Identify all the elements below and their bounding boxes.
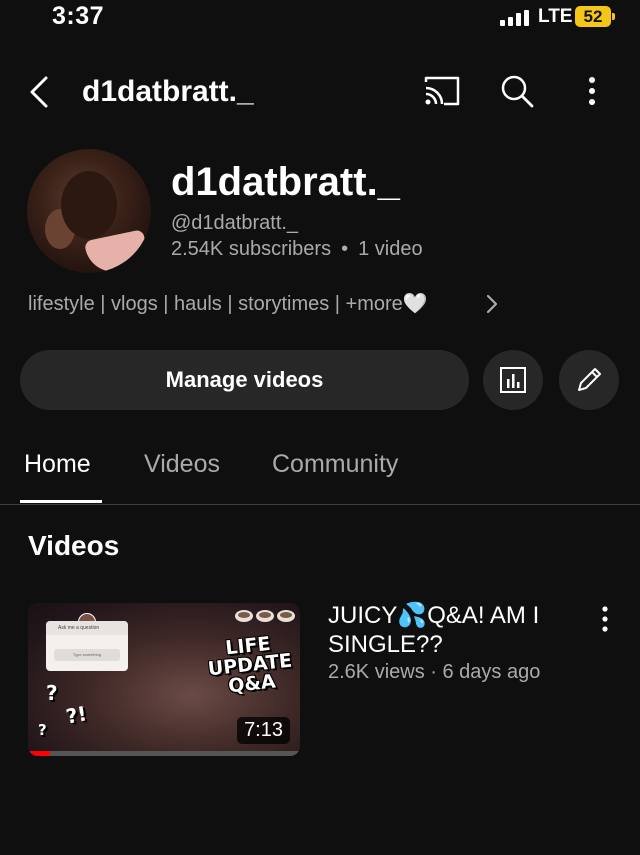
channel-handle: @d1datbratt._ — [171, 212, 299, 234]
tab-divider — [0, 504, 640, 505]
thumbnail-question-box: Ask me a question Type something — [46, 613, 128, 671]
watch-progress-fill — [28, 751, 50, 756]
active-tab-indicator — [20, 500, 102, 503]
stats-separator: • — [341, 238, 349, 260]
thumbnail-overlay-text: LIFE UPDATE Q&A — [206, 632, 294, 698]
question-mark-icon: ? — [38, 721, 47, 739]
channel-stats: 2.54K subscribers • 1 video — [171, 238, 423, 261]
more-vertical-icon[interactable] — [578, 74, 606, 108]
watch-progress-bar — [28, 751, 300, 756]
video-meta: 2.6K views · 6 days ago — [328, 661, 541, 683]
tab-home[interactable]: Home — [24, 450, 91, 479]
network-type: LTE — [538, 6, 573, 27]
cast-icon[interactable] — [422, 74, 462, 108]
analytics-icon — [500, 367, 526, 393]
app-bar-title: d1datbratt._ — [82, 75, 254, 108]
channel-avatar[interactable] — [27, 149, 151, 273]
channel-description[interactable]: lifestyle | vlogs | hauls | storytimes |… — [28, 291, 428, 316]
channel-name: d1datbratt._ — [171, 160, 400, 204]
status-time: 3:37 — [52, 2, 105, 30]
video-title[interactable]: JUICY💦Q&A! AM I SINGLE?? — [328, 601, 583, 659]
edit-channel-button[interactable] — [559, 350, 619, 410]
battery-tip — [612, 13, 615, 20]
video-duration: 7:13 — [237, 717, 290, 744]
manage-videos-button[interactable]: Manage videos — [20, 350, 469, 410]
chevron-right-icon[interactable] — [482, 290, 502, 318]
video-thumbnail[interactable]: Ask me a question Type something LIFE UP… — [28, 603, 300, 756]
tab-videos[interactable]: Videos — [144, 450, 220, 479]
edit-pencil-icon — [578, 368, 601, 391]
battery-icon: 52 — [575, 6, 611, 27]
more-vertical-icon[interactable] — [594, 603, 616, 635]
search-icon[interactable] — [498, 72, 536, 110]
analytics-button[interactable] — [483, 350, 543, 410]
coffee-cups-icon — [235, 610, 295, 622]
subscriber-count: 2.54K subscribers — [171, 238, 332, 260]
question-exclaim-icon: ?! — [64, 701, 89, 729]
section-title: Videos — [28, 530, 120, 561]
question-mark-icon: ? — [46, 681, 58, 705]
tab-community[interactable]: Community — [272, 450, 398, 479]
signal-icon — [500, 10, 529, 26]
video-count: 1 video — [358, 238, 423, 260]
back-icon[interactable] — [26, 72, 56, 112]
